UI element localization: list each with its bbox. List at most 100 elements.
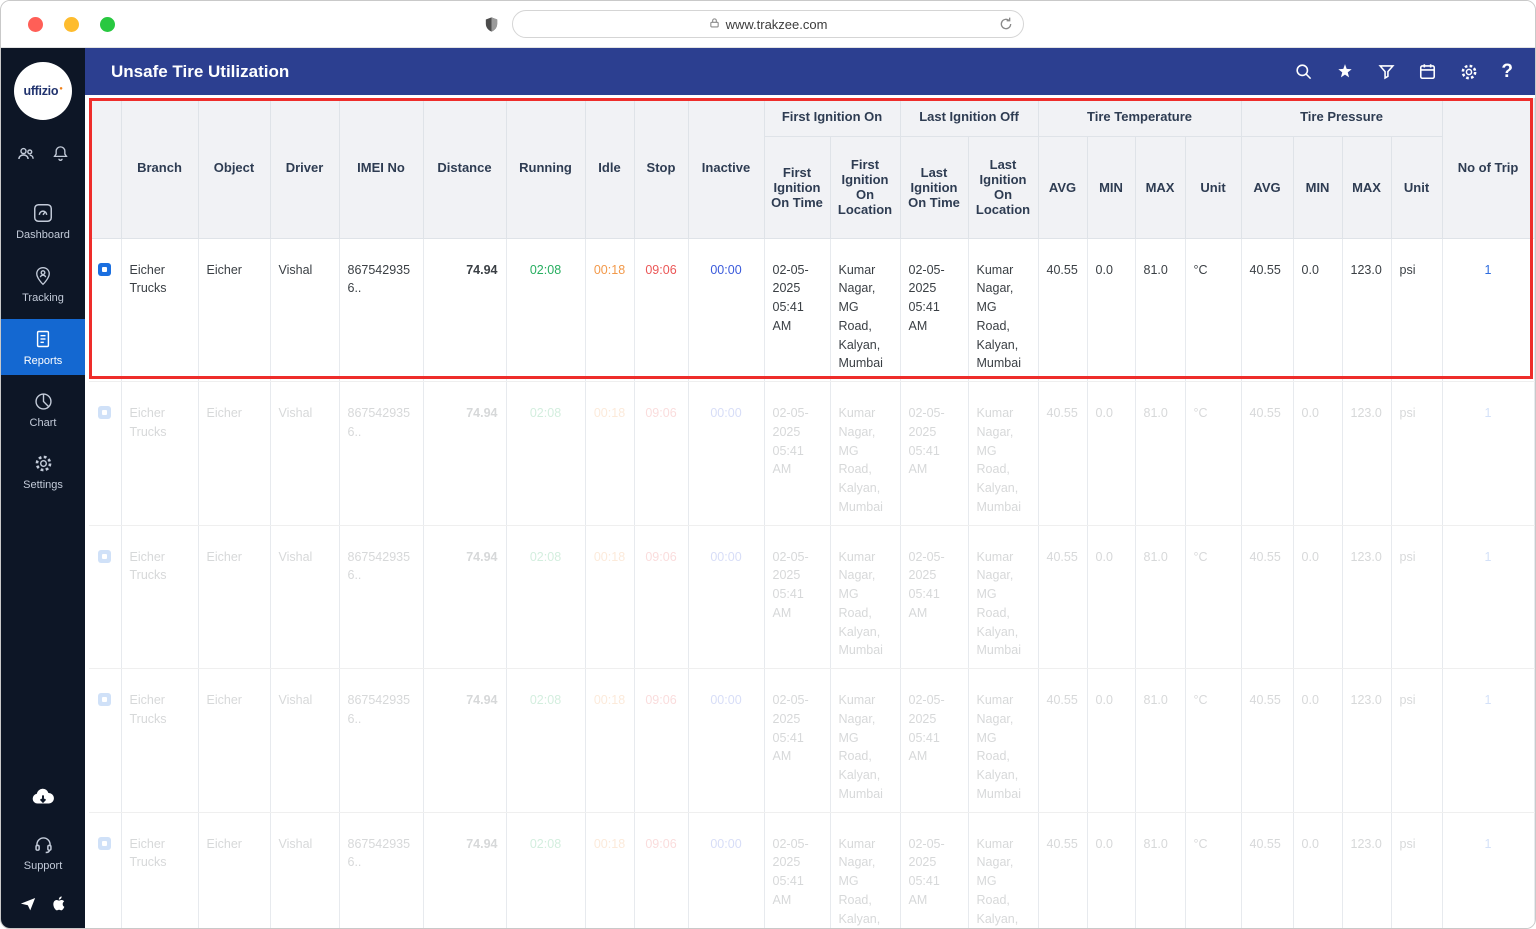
sidebar-item-support[interactable]: Support bbox=[1, 825, 85, 880]
filter-icon[interactable] bbox=[1377, 62, 1396, 81]
cell-last-ignition-time: 02-05-2025 05:41 AM bbox=[900, 668, 969, 813]
lock-icon bbox=[709, 17, 720, 32]
search-icon[interactable] bbox=[1294, 62, 1313, 81]
sidebar-item-tracking[interactable]: Tracking bbox=[1, 256, 85, 312]
tracking-icon bbox=[33, 265, 53, 287]
select-all-header[interactable] bbox=[89, 98, 122, 239]
col-driver[interactable]: Driver bbox=[270, 98, 340, 239]
settings-gear-icon[interactable] bbox=[1459, 62, 1479, 82]
cell-temp-avg: 40.55 bbox=[1038, 238, 1088, 382]
sidebar-item-label: Chart bbox=[29, 417, 57, 429]
col-first-ignition-on-time[interactable]: First Ignition On Time bbox=[764, 136, 831, 239]
row-checkbox[interactable] bbox=[98, 549, 112, 563]
row-checkbox[interactable] bbox=[98, 262, 112, 276]
reports-icon bbox=[33, 328, 53, 350]
close-window-button[interactable] bbox=[28, 17, 43, 32]
cell-idle: 00:18 bbox=[585, 668, 635, 813]
group-tire-pressure: Tire Pressure bbox=[1241, 98, 1443, 137]
sidebar-item-settings[interactable]: Settings bbox=[1, 444, 85, 499]
cell-no-of-trip[interactable]: 1 bbox=[1442, 525, 1535, 669]
rewards-star-icon[interactable] bbox=[1335, 62, 1355, 82]
cell-temp-min: 0.0 bbox=[1087, 381, 1136, 526]
cell-no-of-trip[interactable]: 1 bbox=[1442, 812, 1535, 928]
shield-icon[interactable] bbox=[483, 15, 500, 39]
minimize-window-button[interactable] bbox=[64, 17, 79, 32]
schedule-calendar-icon[interactable] bbox=[1418, 62, 1437, 81]
col-temp-min[interactable]: MIN bbox=[1087, 136, 1136, 239]
notifications-bell-icon[interactable] bbox=[51, 144, 70, 169]
cell-distance: 74.94 bbox=[423, 812, 507, 928]
logo-text: uffizio bbox=[23, 84, 62, 98]
cell-running: 02:08 bbox=[506, 812, 586, 928]
col-pressure-unit[interactable]: Unit bbox=[1391, 136, 1443, 239]
col-distance[interactable]: Distance bbox=[423, 98, 507, 239]
col-temp-max[interactable]: MAX bbox=[1135, 136, 1186, 239]
col-stop[interactable]: Stop bbox=[634, 98, 689, 239]
apple-logo-icon[interactable] bbox=[51, 894, 68, 918]
cell-temp-unit: °C bbox=[1185, 381, 1242, 526]
cell-first-ignition-time: 02-05-2025 05:41 AM bbox=[764, 525, 831, 669]
col-pressure-max[interactable]: MAX bbox=[1342, 136, 1392, 239]
cell-no-of-trip[interactable]: 1 bbox=[1442, 381, 1535, 526]
table-row: Eicher Trucks Eicher Vishal 8675429356.. 74.… bbox=[89, 668, 1535, 813]
cell-no-of-trip[interactable]: 1 bbox=[1442, 668, 1535, 813]
cell-pressure-min: 0.0 bbox=[1293, 381, 1343, 526]
col-pressure-min[interactable]: MIN bbox=[1293, 136, 1343, 239]
users-icon[interactable] bbox=[16, 144, 36, 169]
cell-distance: 74.94 bbox=[423, 238, 507, 382]
cell-first-ignition-location: Kumar Nagar, MG Road, Kalyan, Mumbai bbox=[830, 812, 901, 928]
checkbox-checked-mark bbox=[102, 553, 108, 559]
cell-last-ignition-location: Kumar Nagar, MG Road, Kalyan, Mumbai bbox=[968, 525, 1039, 669]
cell-temp-min: 0.0 bbox=[1087, 525, 1136, 669]
col-first-ignition-on-location[interactable]: First Ignition On Location bbox=[830, 136, 901, 239]
col-last-ignition-on-location[interactable]: Last Ignition On Location bbox=[968, 136, 1039, 239]
refresh-icon[interactable] bbox=[998, 16, 1014, 35]
help-icon[interactable]: ? bbox=[1501, 62, 1513, 81]
cell-no-of-trip[interactable]: 1 bbox=[1442, 238, 1535, 382]
sidebar-item-dashboard[interactable]: Dashboard bbox=[1, 193, 85, 249]
row-checkbox[interactable] bbox=[98, 693, 112, 706]
telegram-plane-icon[interactable] bbox=[19, 895, 37, 918]
cell-pressure-avg: 40.55 bbox=[1241, 525, 1294, 669]
col-inactive[interactable]: Inactive bbox=[688, 98, 765, 239]
cell-distance: 74.94 bbox=[423, 668, 507, 813]
cloud-download-icon[interactable] bbox=[28, 784, 58, 815]
page-title: Unsafe Tire Utilization bbox=[111, 61, 290, 81]
col-running[interactable]: Running bbox=[506, 98, 586, 239]
sidebar-item-reports[interactable]: Reports bbox=[1, 319, 85, 375]
cell-driver: Vishal bbox=[270, 668, 340, 813]
col-pressure-avg[interactable]: AVG bbox=[1241, 136, 1294, 239]
col-temp-unit[interactable]: Unit bbox=[1185, 136, 1242, 239]
row-checkbox[interactable] bbox=[98, 406, 112, 419]
row-checkbox[interactable] bbox=[98, 836, 112, 850]
cell-temp-min: 0.0 bbox=[1087, 238, 1136, 382]
cell-pressure-avg: 40.55 bbox=[1241, 812, 1294, 928]
cell-object: Eicher bbox=[198, 381, 271, 526]
cell-pressure-unit: psi bbox=[1391, 238, 1443, 382]
address-bar[interactable]: www.trakzee.com bbox=[512, 10, 1024, 38]
cell-last-ignition-location: Kumar Nagar, MG Road, Kalyan, Mumbai bbox=[968, 812, 1039, 928]
cell-stop: 09:06 bbox=[634, 381, 689, 526]
cell-idle: 00:18 bbox=[585, 238, 635, 382]
cell-temp-unit: °C bbox=[1185, 525, 1242, 669]
sidebar-item-chart[interactable]: Chart bbox=[1, 382, 85, 437]
sidebar-item-label: Settings bbox=[23, 479, 63, 491]
cell-inactive: 00:00 bbox=[688, 381, 765, 526]
cell-object: Eicher bbox=[198, 668, 271, 813]
col-last-ignition-on-time[interactable]: Last Ignition On Time bbox=[900, 136, 969, 239]
zoom-window-button[interactable] bbox=[100, 17, 115, 32]
col-idle[interactable]: Idle bbox=[585, 98, 635, 239]
col-branch[interactable]: Branch bbox=[121, 98, 199, 239]
cell-first-ignition-location: Kumar Nagar, MG Road, Kalyan, Mumbai bbox=[830, 381, 901, 526]
cell-first-ignition-location: Kumar Nagar, MG Road, Kalyan, Mumbai bbox=[830, 238, 901, 382]
col-temp-avg[interactable]: AVG bbox=[1038, 136, 1088, 239]
sidebar-item-label: Dashboard bbox=[16, 229, 70, 241]
cell-branch: Eicher Trucks bbox=[121, 238, 199, 382]
cell-distance: 74.94 bbox=[423, 381, 507, 526]
cell-running: 02:08 bbox=[506, 238, 586, 382]
checkbox-checked-mark bbox=[102, 266, 108, 272]
col-imei[interactable]: IMEI No bbox=[339, 98, 424, 239]
col-no-of-trip[interactable]: No of Trip bbox=[1442, 98, 1535, 239]
col-object[interactable]: Object bbox=[198, 98, 271, 239]
cell-pressure-min: 0.0 bbox=[1293, 812, 1343, 928]
